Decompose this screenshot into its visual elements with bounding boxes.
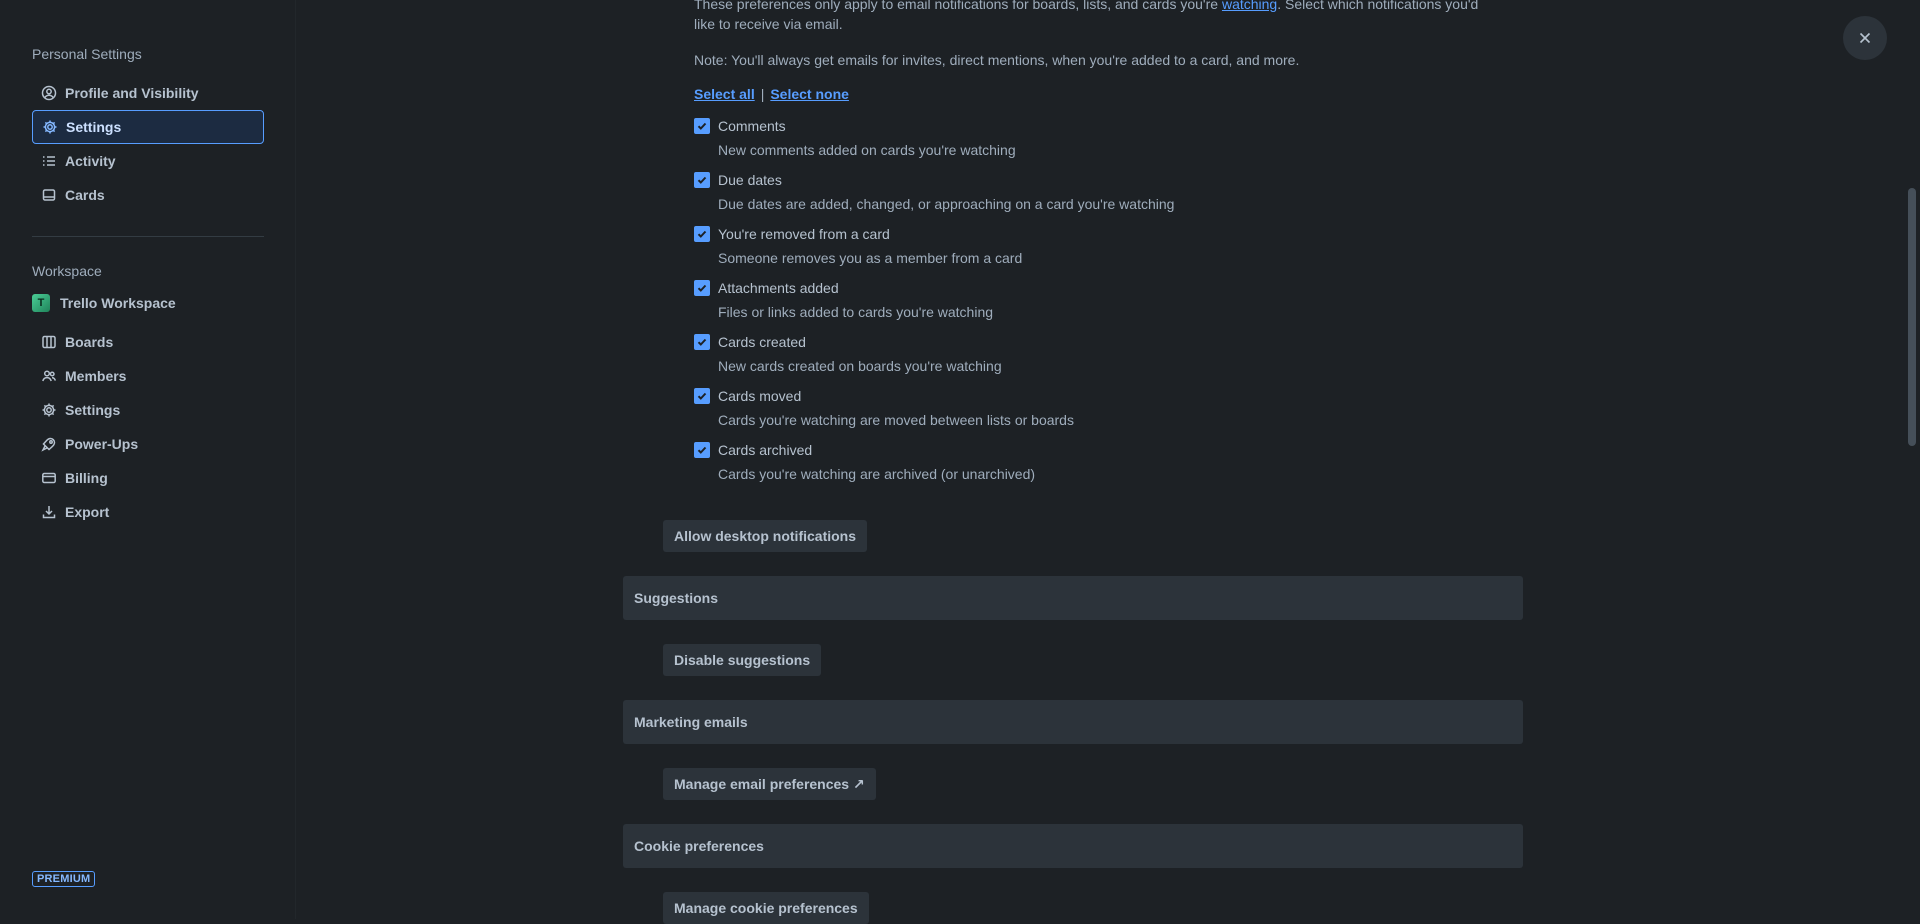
notification-title: Cards created: [718, 334, 806, 350]
export-icon: [41, 504, 57, 520]
sidebar-item-label: Activity: [65, 153, 116, 169]
notification-description: Due dates are added, changed, or approac…: [718, 196, 1175, 212]
workspace-name-row[interactable]: T Trello Workspace: [32, 293, 176, 313]
sidebar-item-label: Billing: [65, 470, 108, 486]
premium-badge: PREMIUM: [32, 871, 96, 887]
select-links: Select all | Select none: [694, 86, 849, 102]
sidebar-item-settings[interactable]: Settings: [32, 110, 264, 144]
removed-from-card-checkbox[interactable]: [694, 226, 710, 242]
page-scrollbar-track[interactable]: [1906, 0, 1920, 919]
link-separator: |: [760, 86, 765, 102]
comments-checkbox[interactable]: [694, 118, 710, 134]
attachments-added-checkbox[interactable]: [694, 280, 710, 296]
billing-card-icon: [41, 470, 57, 486]
select-none-link[interactable]: Select none: [770, 86, 849, 102]
sidebar-item-label: Cards: [65, 187, 105, 203]
profile-icon: [41, 85, 57, 101]
intro-text: These preferences only apply to email no…: [694, 0, 1484, 34]
card-icon: [41, 187, 57, 203]
sidebar-item-members[interactable]: Members: [32, 359, 264, 393]
activity-list-icon: [41, 153, 57, 169]
notification-title: Attachments added: [718, 280, 839, 296]
sidebar-item-label: Settings: [65, 402, 121, 418]
sidebar-item-billing[interactable]: Billing: [32, 461, 264, 495]
workspace-name: Trello Workspace: [60, 295, 176, 311]
sidebar-item-label: Boards: [65, 334, 114, 350]
notification-title: Cards moved: [718, 388, 802, 404]
cookie-preferences-section-header: Cookie preferences: [623, 824, 1523, 868]
notification-title: Comments: [718, 118, 786, 134]
sidebar-item-label: Power-Ups: [65, 436, 139, 452]
marketing-emails-section-header: Marketing emails: [623, 700, 1523, 744]
sidebar-item-label: Profile and Visibility: [65, 85, 199, 101]
workspace-heading: Workspace: [32, 263, 102, 279]
notification-description: Cards you're watching are moved between …: [718, 412, 1074, 428]
sidebar-divider: [32, 236, 264, 237]
notification-description: New cards created on boards you're watch…: [718, 358, 1002, 374]
watching-link[interactable]: watching: [1222, 0, 1277, 12]
notification-description: New comments added on cards you're watch…: [718, 142, 1016, 158]
page-scrollbar-thumb[interactable]: [1908, 188, 1916, 446]
sidebar-item-export[interactable]: Export: [32, 495, 264, 529]
sidebar-item-label: Members: [65, 368, 127, 384]
manage-email-preferences-button[interactable]: Manage email preferences ↗: [663, 768, 876, 800]
close-icon: [1857, 30, 1873, 46]
sidebar-item-workspace-settings[interactable]: Settings: [32, 393, 264, 427]
boards-icon: [41, 334, 57, 350]
notification-title: Due dates: [718, 172, 782, 188]
notification-title: You're removed from a card: [718, 226, 890, 242]
suggestions-section-header: Suggestions: [623, 576, 1523, 620]
select-all-link[interactable]: Select all: [694, 86, 755, 102]
sidebar-item-profile[interactable]: Profile and Visibility: [32, 76, 264, 110]
intro-line1-suffix: . Select which notifications you'd: [1277, 0, 1479, 12]
sidebar-item-boards[interactable]: Boards: [32, 325, 264, 359]
sidebar-item-label: Export: [65, 504, 110, 520]
allow-desktop-notifications-button[interactable]: Allow desktop notifications: [663, 520, 868, 552]
disable-suggestions-button[interactable]: Disable suggestions: [663, 644, 822, 676]
personal-settings-heading: Personal Settings: [32, 46, 142, 62]
cards-created-checkbox[interactable]: [694, 334, 710, 350]
gear-icon: [42, 119, 58, 135]
gear-icon: [41, 402, 57, 418]
notification-description: Cards you're watching are archived (or u…: [718, 466, 1036, 482]
sidebar-item-cards[interactable]: Cards: [32, 178, 264, 212]
sidebar-item-power-ups[interactable]: Power-Ups: [32, 427, 264, 461]
manage-cookie-preferences-button[interactable]: Manage cookie preferences: [663, 892, 869, 924]
notification-description: Someone removes you as a member from a c…: [718, 250, 1023, 266]
note-text: Note: You'll always get emails for invit…: [694, 52, 1300, 68]
workspace-avatar: T: [32, 294, 50, 312]
cards-moved-checkbox[interactable]: [694, 388, 710, 404]
settings-sidebar: Personal Settings Profile and Visibility…: [0, 0, 296, 919]
rocket-icon: [41, 436, 57, 452]
notification-description: Files or links added to cards you're wat…: [718, 304, 994, 320]
sidebar-item-activity[interactable]: Activity: [32, 144, 264, 178]
intro-line1-prefix: These preferences only apply to email no…: [694, 0, 1222, 12]
notification-title: Cards archived: [718, 442, 813, 458]
members-icon: [41, 368, 57, 384]
intro-line2: like to receive via email.: [694, 16, 843, 32]
sidebar-item-label: Settings: [66, 119, 122, 135]
due-dates-checkbox[interactable]: [694, 172, 710, 188]
cards-archived-checkbox[interactable]: [694, 442, 710, 458]
close-button[interactable]: [1843, 16, 1887, 60]
